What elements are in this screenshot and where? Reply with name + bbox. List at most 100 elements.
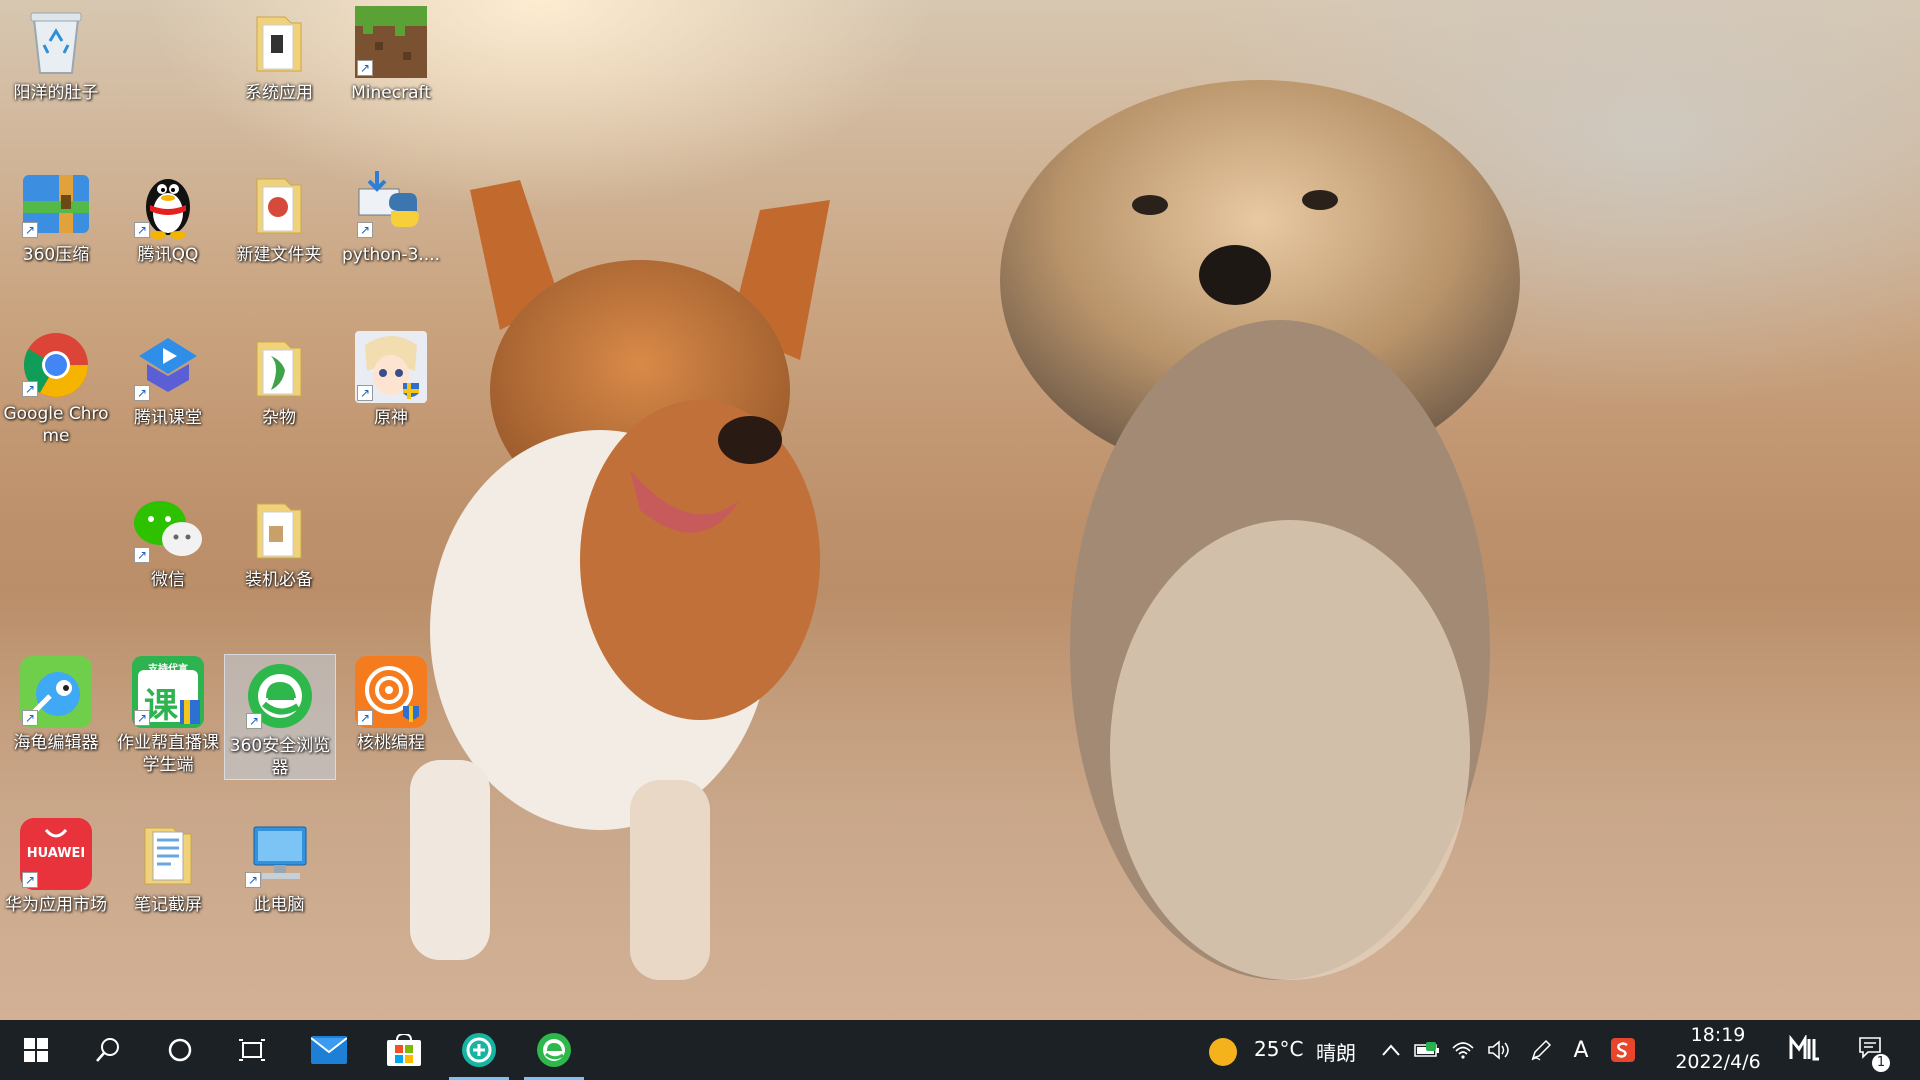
icon-label: 360安全浏览器 [229,736,331,778]
icon-label: python-3.... [341,245,441,265]
chrome-icon: ↗ [20,331,92,399]
clock-date[interactable]: 2022/4/6 [1658,1051,1778,1073]
shortcut-arrow-icon: ↗ [357,60,373,76]
tencent-classroom-icon: ↗ [132,331,204,403]
taskbar: 25°C 晴朗 A 18:19 2022/4/6 1 [0,1020,1920,1080]
shortcut-arrow-icon: ↗ [134,710,150,726]
desktop-icon-recycle-bin[interactable]: 阳洋的肚子 [2,0,110,118]
search-button[interactable] [72,1020,144,1080]
shortcut-arrow-icon: ↗ [357,222,373,238]
python-installer-icon: ↗ [355,168,427,240]
desktop-icon-hetao[interactable]: ↗ 核桃编程 [337,650,445,768]
icon-label: Minecraft [351,83,431,103]
green-app-icon [462,1033,496,1067]
desktop-icon-qq[interactable]: ↗ 腾讯QQ [114,162,222,280]
desktop-icon-this-pc[interactable]: ↗ 此电脑 [225,812,333,930]
desktop-icon-notes-screenshot[interactable]: 笔记截屏 [114,812,222,930]
start-button[interactable] [0,1020,72,1080]
wechat-icon: ↗ [132,493,204,565]
zuoyebang-icon: 支持代言 课 ↗ [132,656,204,728]
task-view-icon [239,1039,265,1061]
icon-label: 360压缩 [22,245,90,265]
wave-app-icon[interactable] [1788,1035,1822,1061]
taskbar-app-store[interactable] [368,1020,440,1080]
battery-icon[interactable] [1414,1038,1440,1062]
hetao-icon: ↗ [355,656,427,728]
weather-condition[interactable]: 晴朗 [1316,1037,1356,1066]
shortcut-arrow-icon: ↗ [22,872,38,888]
desktop-icon-huawei-appgallery[interactable]: HUAWEI ↗ 华为应用市场 [2,812,110,930]
icon-label: 华为应用市场 [5,895,107,915]
desktop-icon-zuoyebang[interactable]: 支持代言 课 ↗ 作业帮直播课学生端 [114,650,222,780]
folder-icon [243,331,315,403]
cortana-button[interactable] [144,1020,216,1080]
shortcut-arrow-icon: ↗ [357,710,373,726]
microsoft-store-icon [387,1034,421,1066]
taskbar-app-mail[interactable] [293,1020,365,1080]
weather-temperature[interactable]: 25°C [1254,1037,1303,1061]
taskbar-app-360-browser[interactable] [518,1020,590,1080]
360-zip-icon: ↗ [20,168,92,240]
icon-label: 作业帮直播课学生端 [117,733,219,775]
task-view-button[interactable] [216,1020,288,1080]
recycle-bin-icon [20,6,92,78]
icon-label: 原神 [374,408,408,428]
notes-icon [132,818,204,890]
icon-label: Google Chrome [3,404,109,446]
desktop-icon-google-chrome[interactable]: ↗ Google Chrome [2,325,110,446]
desktop-icon-essentials-folder[interactable]: 装机必备 [225,487,333,605]
folder-icon [243,168,315,240]
notification-count-badge: 1 [1872,1054,1890,1072]
desktop-icon-wechat[interactable]: ↗ 微信 [114,487,222,605]
icon-label: 装机必备 [245,570,313,590]
qq-penguin-icon: ↗ [132,168,204,240]
icon-label: 腾讯课堂 [134,408,202,428]
folder-icon [243,493,315,565]
icon-label: 杂物 [262,408,296,428]
icon-label: 核桃编程 [357,733,425,753]
this-pc-icon: ↗ [243,818,315,890]
desktop-icon-python-installer[interactable]: ↗ python-3.... [337,162,445,280]
genshin-icon: ↗ [355,331,427,403]
icon-label: 系统应用 [245,83,313,103]
shortcut-arrow-icon: ↗ [134,222,150,238]
360-browser-icon [537,1033,571,1067]
ime-mode-indicator[interactable]: A [1568,1038,1594,1063]
zuoyebang-banner-text: 支持代言 [148,664,188,675]
shortcut-arrow-icon: ↗ [22,222,38,238]
pen-icon[interactable] [1528,1038,1554,1062]
desktop-icon-360-zip[interactable]: ↗ 360压缩 [2,162,110,280]
shortcut-arrow-icon: ↗ [246,713,262,729]
360-browser-icon: ↗ [244,661,316,731]
icon-label: 微信 [151,570,185,590]
shortcut-arrow-icon: ↗ [245,872,261,888]
icon-label: 腾讯QQ [137,245,199,265]
desktop-area: 阳洋的肚子 系统应用 ↗ Minecraft ↗ 360压缩 ↗ 腾讯QQ 新建… [0,0,1920,1020]
sogou-input-icon[interactable] [1610,1038,1636,1062]
volume-icon[interactable] [1486,1038,1512,1062]
desktop-icon-misc-folder[interactable]: 杂物 [225,325,333,443]
mail-icon [311,1036,347,1064]
desktop-icon-system-apps[interactable]: 系统应用 [225,0,333,118]
desktop-icon-new-folder[interactable]: 新建文件夹 [225,162,333,280]
cortana-circle-icon [168,1038,192,1062]
desktop-icon-tencent-classroom[interactable]: ↗ 腾讯课堂 [114,325,222,443]
windows-logo-icon [24,1038,48,1062]
shortcut-arrow-icon: ↗ [22,710,38,726]
icon-label: 笔记截屏 [134,895,202,915]
wifi-icon[interactable] [1450,1038,1476,1062]
clock-time[interactable]: 18:19 [1668,1024,1768,1046]
minecraft-icon: ↗ [355,6,427,78]
sun-weather-icon[interactable] [1209,1038,1237,1066]
desktop-icon-turtle-editor[interactable]: ↗ 海龟编辑器 [2,650,110,768]
folder-icon [243,6,315,78]
icon-label: 新建文件夹 [236,245,322,265]
taskbar-app-green[interactable] [443,1020,515,1080]
shortcut-arrow-icon: ↗ [134,385,150,401]
search-icon [96,1038,119,1062]
desktop-icon-360-browser[interactable]: ↗ 360安全浏览器 [224,654,336,780]
desktop-icon-minecraft[interactable]: ↗ Minecraft [337,0,445,118]
desktop-icon-genshin[interactable]: ↗ 原神 [337,325,445,443]
chevron-up-icon[interactable] [1378,1038,1404,1062]
shortcut-arrow-icon: ↗ [357,385,373,401]
